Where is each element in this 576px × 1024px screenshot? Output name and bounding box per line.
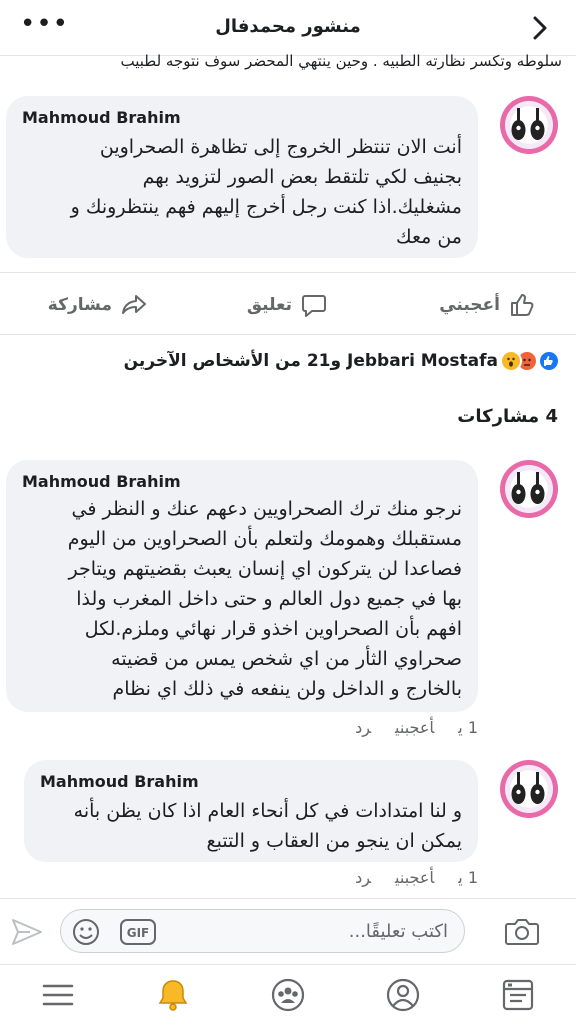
like-reaction-icon xyxy=(538,350,560,372)
divider xyxy=(0,334,576,335)
shares-count[interactable]: 4 مشاركات xyxy=(457,406,558,427)
divider xyxy=(0,272,576,273)
feed-icon[interactable] xyxy=(500,977,536,1013)
guitar-icon xyxy=(511,108,545,140)
comment-line: و لنا امتدادات في كل أنحاء العام اذا كان… xyxy=(73,800,462,822)
comment-line: من معك xyxy=(395,226,462,248)
avatar[interactable] xyxy=(500,96,558,154)
avatar[interactable] xyxy=(500,460,558,518)
comment-line: بجنيف لكي تلتقط بعض الصور لتزويد بهم xyxy=(142,166,462,188)
comment-button[interactable]: تعليق xyxy=(247,290,328,320)
comment-composer: GIF اكتب تعليقًا... xyxy=(0,898,576,964)
comment-line: نرجو منك ترك الصحراويين دعهم عنك و النظر… xyxy=(71,498,462,520)
comment-reply-link[interactable]: رد xyxy=(355,868,371,887)
share-label: مشاركة xyxy=(47,295,112,315)
comment-line: افهم بأن الصحراوين اخذو قرار نهائي وملزم… xyxy=(84,618,462,640)
like-label: أعجبني xyxy=(439,295,500,315)
comment-meta: 1 ي أعجبني رد xyxy=(331,868,478,887)
comment-line: فصاعدا لن يتركون اي إنسان يعبث بقضيتهم و… xyxy=(68,558,463,580)
comment-line: مشغليك.اذا كنت رجل أخرج إليهم فهم ينتظرو… xyxy=(70,196,462,218)
comment-text: نرجو منك ترك الصحراويين دعهم عنك و النظر… xyxy=(14,494,462,704)
gif-label: GIF xyxy=(127,926,150,940)
send-icon[interactable] xyxy=(10,917,44,947)
comment-line: صحراوي الثأر من اي شخص يمس من قضيته xyxy=(111,648,462,670)
comment-label: تعليق xyxy=(246,295,292,315)
reactions-summary[interactable]: Jebbari Mostafa و21 من الأشخاص الآخرين xyxy=(124,346,560,376)
comment-line: أنت الان تنتظر الخروج إلى تظاهرة الصحراو… xyxy=(99,136,462,158)
comment-placeholder: اكتب تعليقًا... xyxy=(348,921,448,942)
comment-time: 1 ي xyxy=(458,868,478,887)
groups-icon[interactable] xyxy=(270,977,306,1013)
top-bar: ••• منشور محمدفال xyxy=(0,0,576,56)
emoji-icon[interactable] xyxy=(71,917,101,947)
gif-icon[interactable]: GIF xyxy=(119,918,157,946)
comment-line: يمكن ان ينجو من العقاب و التتبع xyxy=(206,830,462,852)
comment-bubble[interactable]: Mahmoud Brahim أنت الان تنتظر الخروج إلى… xyxy=(6,96,478,258)
profile-icon[interactable] xyxy=(385,977,421,1013)
share-button[interactable]: مشاركة xyxy=(48,290,148,320)
comment-line: بالخارج و الداخل ولن ينفعه في ذلك اي نظا… xyxy=(112,678,462,700)
menu-icon[interactable] xyxy=(40,977,76,1013)
comment-bubble[interactable]: Mahmoud Brahim نرجو منك ترك الصحراويين د… xyxy=(6,460,478,712)
comment-icon xyxy=(302,295,326,317)
reactions-text: Jebbari Mostafa و21 من الأشخاص الآخرين xyxy=(123,351,498,371)
share-icon xyxy=(122,295,146,314)
wow-reaction-icon xyxy=(500,350,522,372)
like-button[interactable]: أعجبني xyxy=(439,290,536,320)
comment-line: بها في جميع دول العالم و حتى داخل المغرب… xyxy=(76,588,462,610)
comment-text: أنت الان تنتظر الخروج إلى تظاهرة الصحراو… xyxy=(22,132,462,252)
comment-like-link[interactable]: أعجبني xyxy=(395,868,434,887)
comment-author[interactable]: Mahmoud Brahim xyxy=(22,108,181,127)
comment-bubble[interactable]: Mahmoud Brahim و لنا امتدادات في كل أنحا… xyxy=(24,760,478,862)
comment-input[interactable]: GIF اكتب تعليقًا... xyxy=(60,909,465,953)
guitar-icon xyxy=(511,472,545,504)
page-title: منشور محمدفال xyxy=(215,16,361,37)
comment-text: و لنا امتدادات في كل أنحاء العام اذا كان… xyxy=(32,796,462,856)
chevron-right-icon[interactable] xyxy=(526,14,554,42)
comment-time: 1 ي xyxy=(458,718,478,737)
comment-like-link[interactable]: أعجبني xyxy=(395,718,434,737)
notifications-icon[interactable] xyxy=(155,977,191,1013)
guitar-icon xyxy=(511,772,545,804)
avatar[interactable] xyxy=(500,760,558,818)
thumbs-up-icon xyxy=(511,294,534,316)
comment-meta: 1 ي أعجبني رد xyxy=(331,718,478,737)
comment-reply-link[interactable]: رد xyxy=(355,718,371,737)
comment-line: مستقبلك وهمومك ولتعلم بأن الصحراوين من ا… xyxy=(67,528,462,550)
camera-icon[interactable] xyxy=(504,915,540,947)
bottom-navigation xyxy=(0,964,576,1024)
comment-author[interactable]: Mahmoud Brahim xyxy=(22,472,181,491)
comment-author[interactable]: Mahmoud Brahim xyxy=(40,772,199,791)
post-text-fragment: سلوطه وتكسر نظارته الطبيه . وحين ينتهي ا… xyxy=(120,52,563,70)
